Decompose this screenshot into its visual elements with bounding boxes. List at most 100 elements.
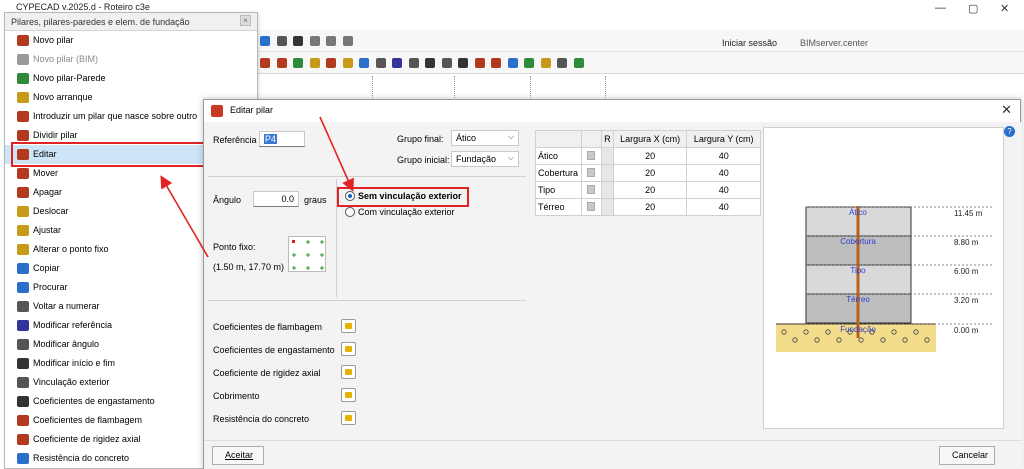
cancel-button[interactable]: Cancelar xyxy=(939,446,995,465)
fixity-coef-icon xyxy=(17,396,29,407)
level-elevation: 6.00 m xyxy=(954,267,979,276)
menu-item[interactable]: Novo pilar (BIM) xyxy=(5,50,257,69)
dialog-close-button[interactable]: ✕ xyxy=(1001,102,1012,118)
coef-edit-button[interactable] xyxy=(341,319,356,333)
column-toolbar xyxy=(258,52,1024,74)
floor-checkbox-cell[interactable] xyxy=(580,181,602,199)
app-title: CYPECAD v.2025.d - Roteiro c3e xyxy=(16,2,150,12)
menu-item-label: Coeficientes de engastamento xyxy=(33,396,155,406)
width-y-cell[interactable]: 40 xyxy=(686,147,761,165)
table-header xyxy=(580,130,602,148)
help-icon[interactable] xyxy=(260,36,270,46)
tool-icon-20[interactable] xyxy=(573,58,584,68)
restore-button[interactable]: ▢ xyxy=(968,2,978,15)
menu-close-button[interactable]: × xyxy=(240,15,251,26)
coef-label: Cobrimento xyxy=(213,391,260,401)
fixed-point-grid-icon xyxy=(292,240,324,270)
referencia-input[interactable]: P4 xyxy=(259,131,305,147)
floor-checkbox-cell[interactable] xyxy=(580,164,602,182)
com-vinculacao-label[interactable]: Com vinculação exterior xyxy=(358,207,455,217)
drawing-gridline xyxy=(530,76,531,100)
close-app-button[interactable]: ✕ xyxy=(1000,2,1009,15)
tool-icon-12[interactable] xyxy=(441,58,452,68)
angulo-unit: graus xyxy=(304,195,327,205)
tool-icon-11[interactable] xyxy=(425,58,436,68)
drawing-gridline xyxy=(605,76,606,100)
bimserver-link[interactable]: BIMserver.center xyxy=(800,38,868,48)
level-name: Cobertura xyxy=(840,237,876,246)
width-y-cell[interactable]: 40 xyxy=(686,181,761,199)
table-header: Largura Y (cm) xyxy=(686,130,761,148)
grupo-final-select[interactable]: Ático ⌵ xyxy=(451,130,519,146)
floor-name-cell: Tipo xyxy=(535,181,582,199)
width-y-cell[interactable]: 40 xyxy=(686,164,761,182)
external-link-icon xyxy=(17,377,29,388)
tool-icon-19[interactable] xyxy=(557,58,568,68)
com-vinculacao-radio[interactable] xyxy=(345,207,355,217)
coef-edit-button[interactable] xyxy=(341,411,356,425)
dimensions-table: R Largura X (cm) Largura Y (cm) Ático 20 4… xyxy=(535,130,761,216)
menu-item-label: Modificar ângulo xyxy=(33,339,100,349)
coef-label: Coeficientes de flambagem xyxy=(213,322,323,332)
menu-item[interactable]: Novo pilar xyxy=(5,31,257,50)
separator xyxy=(208,176,526,177)
width-x-cell[interactable]: 20 xyxy=(612,164,688,182)
referencia-label: Referência xyxy=(213,135,257,145)
grupo-inicial-select[interactable]: Fundação ⌵ xyxy=(451,151,519,167)
search-icon xyxy=(17,282,29,293)
level-elevation: 0.00 m xyxy=(954,326,979,335)
login-link[interactable]: Iniciar sessão xyxy=(722,38,777,48)
tool-icon-18[interactable] xyxy=(540,58,551,68)
width-x-cell[interactable]: 20 xyxy=(612,147,688,165)
menu-item-label: Novo pilar-Parede xyxy=(33,73,106,83)
table-header-row: R Largura X (cm) Largura Y (cm) xyxy=(535,130,761,148)
dialog-titlebar: Editar pilar ✕ xyxy=(204,100,1020,122)
width-x-cell[interactable]: 20 xyxy=(612,181,688,199)
minimize-button[interactable]: — xyxy=(935,2,946,14)
floor-name-cell: Térreo xyxy=(535,198,582,216)
tool-icon-3[interactable] xyxy=(293,58,304,68)
tool-icon-13[interactable] xyxy=(458,58,469,68)
tool-icon-9[interactable] xyxy=(392,58,403,68)
floor-checkbox-cell[interactable] xyxy=(580,198,602,216)
r-cell xyxy=(600,164,614,182)
tool-icon-7[interactable] xyxy=(359,58,370,68)
tool-icon-10[interactable] xyxy=(408,58,419,68)
tool-icon-2[interactable] xyxy=(276,58,287,68)
checkbox-icon xyxy=(587,167,596,177)
accept-button[interactable]: Aceitar xyxy=(212,446,264,465)
tool-icon-8[interactable] xyxy=(375,58,386,68)
snap-icon[interactable] xyxy=(309,36,320,46)
checkbox-icon xyxy=(587,184,596,194)
help-icon[interactable]: ? xyxy=(1004,126,1015,137)
delete-icon xyxy=(17,187,29,198)
coef-edit-button[interactable] xyxy=(341,365,356,379)
level-name: Ático xyxy=(849,208,867,217)
angulo-input[interactable]: 0.0 xyxy=(253,191,299,207)
drawing-gridline xyxy=(372,76,373,100)
checkbox-icon xyxy=(587,201,596,211)
tool-icon-15[interactable] xyxy=(491,58,502,68)
tool-icon-17[interactable] xyxy=(524,58,535,68)
width-y-cell[interactable]: 40 xyxy=(686,198,761,216)
grid-icon[interactable] xyxy=(293,36,304,46)
tool-icon-6[interactable] xyxy=(342,58,353,68)
modify-reference-icon xyxy=(17,320,29,331)
tool-icon-16[interactable] xyxy=(507,58,518,68)
tool-icon-14[interactable] xyxy=(474,58,485,68)
menu-item[interactable]: Novo pilar-Parede xyxy=(5,69,257,88)
new-start-icon xyxy=(17,92,29,103)
angle-icon[interactable] xyxy=(342,36,353,46)
tool-icon-4[interactable] xyxy=(309,58,320,68)
fixed-point-selector[interactable] xyxy=(288,236,326,272)
view-icon[interactable] xyxy=(276,36,287,46)
coef-edit-button[interactable] xyxy=(341,388,356,402)
floor-checkbox-cell[interactable] xyxy=(580,147,602,165)
ortho-icon[interactable] xyxy=(326,36,337,46)
width-x-cell[interactable]: 20 xyxy=(612,198,688,216)
split-column-icon xyxy=(17,130,29,141)
menu-header: Pilares, pilares-paredes e elem. de fund… xyxy=(5,13,257,31)
tool-icon-1[interactable] xyxy=(260,58,270,68)
tool-icon-5[interactable] xyxy=(326,58,337,68)
coef-edit-button[interactable] xyxy=(341,342,356,356)
